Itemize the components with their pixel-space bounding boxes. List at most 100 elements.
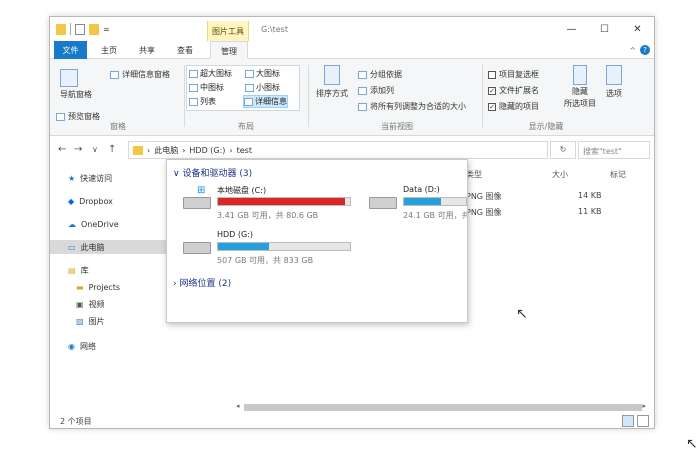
devices-section-header[interactable]: ∨ 设备和驱动器 (3) [173,166,252,179]
section-title: 网络位置 (2) [179,279,232,289]
group-by-button[interactable]: 分组依据 [358,69,402,80]
tab-manage[interactable]: 管理 [210,41,248,59]
layout-small[interactable]: 小图标 [245,82,280,93]
drive-g[interactable]: HDD (G:) 507 GB 可用，共 833 GB [181,230,351,270]
chevron-right-icon: › [173,279,177,289]
column-header-type[interactable]: 类型 [466,169,482,180]
search-input[interactable]: 搜索"test" [578,141,650,159]
details-view-button[interactable] [622,415,634,427]
close-button[interactable]: ✕ [621,17,654,41]
forward-button[interactable]: → [74,144,82,155]
nav-pane-icon [60,69,78,87]
tab-home[interactable]: 主页 [94,41,124,59]
sort-by-button[interactable]: 排序方式 [316,65,348,99]
hide-label: 隐藏 [572,87,588,96]
properties-icon[interactable] [75,23,85,35]
ribbon-tabs: 文件 主页 共享 查看 管理 ^ ? [50,41,654,59]
nav-label: OneDrive [81,219,119,229]
scroll-left-icon[interactable]: ◂ [236,402,240,410]
nav-item-onedrive[interactable]: ☁ OneDrive [50,217,170,231]
drive-name: Data (D:) [403,185,440,194]
options-label: 选项 [606,89,622,98]
scrollbar-thumb[interactable] [244,404,642,411]
large-icons-view-button[interactable] [637,415,649,427]
ribbon-group-panes: 导航窗格 预览窗格 详细信息窗格 窗格 [54,63,182,132]
nav-item-videos[interactable]: ▣ 视频 [50,297,170,311]
scroll-right-icon[interactable]: ▸ [642,402,646,410]
add-column-icon [358,86,367,95]
file-type: PNG 图像 [466,208,502,217]
tab-file[interactable]: 文件 [54,41,87,59]
breadcrumb-hdd[interactable]: HDD (G:) [189,146,225,155]
nav-item-network[interactable]: ◉ 网络 [50,339,170,353]
nav-item-quick-access[interactable]: ★ 快速访问 [50,171,170,185]
window-title: G:\test [261,25,288,34]
nav-pane-button[interactable]: 导航窗格 [60,69,92,100]
drive-name: HDD (G:) [217,230,254,239]
layout-large[interactable]: 大图标 [245,68,280,79]
layout-list[interactable]: 列表 [189,96,216,107]
breadcrumb-sep: › [147,145,151,155]
hidden-items-toggle[interactable]: ✓ 隐藏的项目 [488,101,539,112]
nav-item-dropbox[interactable]: ◆ Dropbox [50,194,170,208]
nav-item-this-pc[interactable]: ▭ 此电脑 [50,240,170,254]
new-folder-icon[interactable] [89,23,99,35]
add-column-button[interactable]: 添加列 [358,85,394,96]
refresh-button[interactable]: ↻ [550,141,576,159]
hide-selected-icon [573,65,587,85]
network-locations-section-header[interactable]: › 网络位置 (2) [173,276,231,289]
options-button[interactable]: 选项 [606,65,622,99]
recent-locations-button[interactable]: ∨ [92,145,98,154]
nav-item-library[interactable]: ▤ 库 [50,263,170,277]
nav-label: 视频 [88,299,105,309]
tab-view[interactable]: 查看 [170,41,200,59]
breadcrumb-test[interactable]: test [237,146,252,155]
breadcrumb-this-pc[interactable]: 此电脑 [154,145,178,156]
ribbon-group-show-hide: 项目复选框 ✓ 文件扩展名 ✓ 隐藏的项目 隐藏 所选项目 选项 显示/隐藏 [486,63,654,132]
address-bar[interactable]: › 此电脑 › HDD (G:) › test [128,141,548,159]
ribbon-group-current-view: 排序方式 分组依据 添加列 将所有列调整为合适的大小 当前视图 [312,63,482,132]
chevron-up-icon[interactable]: ^ [629,46,636,55]
nav-item-projects[interactable]: ▬ Projects [50,280,170,294]
medium-icons-icon [189,83,198,92]
item-checkbox-toggle[interactable]: 项目复选框 [488,69,539,80]
tab-share[interactable]: 共享 [132,41,162,59]
fit-columns-button[interactable]: 将所有列调整为合适的大小 [358,101,466,112]
file-size: 11 KB [578,207,602,216]
windows-logo-icon: ⊞ [197,185,206,196]
layout-gallery: 超大图标 大图标 中图标 小图标 列表 详细信息 [186,65,300,111]
library-icon: ▤ [68,265,76,275]
details-icon [244,97,253,106]
details-pane-button[interactable]: 详细信息窗格 [110,69,170,80]
capacity-bar [403,197,467,206]
checkbox-checked: ✓ [488,102,496,111]
network-icon: ◉ [68,341,75,351]
up-button[interactable]: ↑ [108,144,116,155]
back-button[interactable]: ← [58,144,66,155]
maximize-button[interactable]: ☐ [588,17,621,41]
nav-label: 此电脑 [80,242,105,252]
drive-c[interactable]: ⊞ 本地磁盘 (C:) 3.41 GB 可用，共 80.6 GB [181,185,351,225]
chevron-down-icon: ∨ [173,169,180,179]
nav-label: 快速访问 [80,173,113,183]
video-icon: ▣ [76,299,84,309]
computer-icon: ▭ [68,242,76,252]
horizontal-scrollbar[interactable]: ◂ ▸ [236,402,646,412]
qat-dropdown-icon[interactable]: = [103,25,110,34]
hide-selected-button[interactable]: 隐藏 所选项目 [564,65,596,109]
capacity-fill [404,198,442,205]
column-header-tags[interactable]: 标记 [610,169,626,180]
nav-label: 库 [80,265,89,275]
minimize-button[interactable]: — [555,17,588,41]
title-bar: = 图片工具 G:\test — ☐ ✕ [50,17,654,41]
drive-info: 3.41 GB 可用，共 80.6 GB [217,211,319,220]
layout-medium[interactable]: 中图标 [189,82,224,93]
nav-item-pictures[interactable]: ▨ 图片 [50,314,170,328]
layout-details[interactable]: 详细信息 [243,95,288,108]
column-header-size[interactable]: 大小 [552,169,568,180]
checkbox-label: 隐藏的项目 [499,102,539,111]
help-icon[interactable]: ? [640,45,650,55]
file-extension-toggle[interactable]: ✓ 文件扩展名 [488,85,539,96]
layout-extra-large[interactable]: 超大图标 [189,68,232,79]
drive-d[interactable]: Data (D:) 24.1 GB 可用，共 ... [367,185,467,225]
